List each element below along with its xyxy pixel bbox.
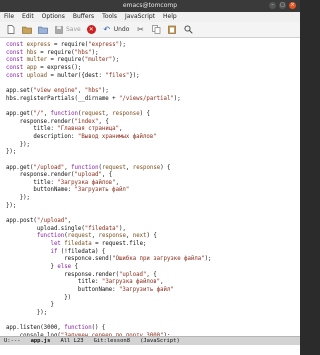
new-file-button[interactable]	[4, 24, 18, 36]
code-line: })	[6, 294, 72, 301]
editor-area[interactable]: const express = require("express"); const…	[0, 39, 300, 336]
undo-button[interactable]: ↶ Undo	[100, 24, 132, 36]
code-line: app.get("/upload", function(request, res…	[6, 164, 171, 171]
mode-line: U:--- app.js All L23 Git:lesson8 (JavaSc…	[0, 336, 300, 345]
open-directory-icon	[38, 25, 48, 35]
code-line: response.render("upload", {	[6, 271, 157, 278]
code-line: } else {	[6, 264, 78, 271]
minimize-button[interactable]: –	[269, 2, 276, 9]
save-icon	[54, 25, 64, 35]
close-buffer-icon: ✕	[86, 25, 96, 34]
code-line: });	[6, 195, 30, 202]
code-line: app.get("/", function(request, response)…	[6, 110, 150, 117]
copy-button[interactable]	[149, 24, 163, 36]
close-buffer-button[interactable]: ✕	[85, 24, 98, 36]
search-button[interactable]	[181, 24, 195, 36]
code-line: buttonName: "Загрузить файл"	[6, 187, 130, 194]
cut-button[interactable]: ✂	[133, 24, 147, 36]
code-line: const multer = require("multer");	[6, 57, 120, 64]
undo-label: Undo	[113, 26, 130, 33]
code-line: const upload = multer({dest: "files"});	[6, 72, 140, 79]
code-line: upload.single("filedata"),	[6, 225, 126, 232]
code-line: responce.send("Ошибка при загрузке файла…	[6, 256, 212, 263]
cut-icon: ✂	[137, 24, 144, 34]
emacs-window: emacs@tomcomp – □ × File Edit Options Bu…	[0, 0, 300, 355]
code-line: title: "Загрузка файлов",	[6, 179, 120, 186]
menu-options[interactable]: Options	[42, 12, 65, 22]
open-folder-icon	[22, 25, 32, 35]
code-line: }	[6, 302, 54, 309]
code-line: hbs.registerPartials(__dirname + "/views…	[6, 95, 181, 102]
code-line: app.set("view engine", "hbs");	[6, 87, 109, 94]
menu-file[interactable]: File	[4, 12, 14, 22]
code-line: const hbs = require("hbs");	[6, 49, 99, 56]
menu-javascript[interactable]: JavaScript	[125, 12, 155, 22]
new-file-icon	[6, 25, 16, 35]
major-mode[interactable]: (JavaScript)	[140, 337, 180, 345]
open-directory-button[interactable]	[36, 24, 50, 36]
copy-icon	[151, 25, 161, 35]
window-controls: – □ ×	[269, 2, 296, 9]
window-title: emacs@tomcomp	[122, 2, 178, 9]
code-line: function(request, response, next) {	[36, 233, 157, 240]
code-line: });	[6, 149, 17, 156]
code-line: });	[6, 309, 48, 316]
maximize-button[interactable]: □	[279, 2, 286, 9]
menu-help[interactable]: Help	[163, 12, 177, 22]
paste-icon	[167, 25, 177, 35]
cursor-position: All L23	[60, 338, 84, 344]
code-line: title: "Загрузка файлов",	[6, 279, 164, 286]
minibuffer[interactable]	[0, 345, 300, 355]
code-line: app.listen(3000, function() {	[6, 325, 106, 332]
code-line: });	[6, 202, 17, 209]
code-line: response.render("index", {	[6, 118, 109, 125]
save-button[interactable]: Save	[52, 24, 83, 36]
buffer-status: U:---	[4, 338, 21, 344]
menu-tools[interactable]: Tools	[102, 12, 117, 22]
buffer-name[interactable]: app.js	[31, 337, 51, 345]
search-icon	[183, 25, 193, 35]
toolbar: Save ✕ ↶ Undo ✂	[0, 22, 300, 38]
title-bar[interactable]: emacs@tomcomp – □ ×	[0, 0, 300, 12]
code-line: const app = express();	[6, 64, 82, 71]
paste-button[interactable]	[165, 24, 179, 36]
code-line: });	[6, 141, 30, 148]
open-file-button[interactable]	[20, 24, 34, 36]
code-line: response.render("upload", {	[6, 172, 113, 179]
code-line: app.post("/upload",	[6, 218, 72, 225]
code-line: const express = require("express");	[6, 42, 126, 48]
save-label: Save	[66, 26, 81, 33]
code-line: let filedata = request.file;	[50, 241, 147, 248]
vc-branch[interactable]: Git:lesson8	[94, 337, 130, 345]
undo-icon: ↶	[103, 24, 111, 34]
code-buffer[interactable]: const express = require("express"); const…	[0, 39, 300, 336]
code-line: buttonName: "Загрузить файл"	[6, 287, 174, 293]
menu-buffers[interactable]: Buffers	[73, 12, 94, 22]
menu-edit[interactable]: Edit	[22, 12, 34, 22]
code-line: title: "Главная страница",	[6, 126, 123, 133]
close-window-button[interactable]: ×	[289, 2, 296, 9]
menu-bar: File Edit Options Buffers Tools JavaScri…	[0, 12, 300, 22]
code-line: description: "Вывод хранимых файлов"	[6, 133, 157, 140]
